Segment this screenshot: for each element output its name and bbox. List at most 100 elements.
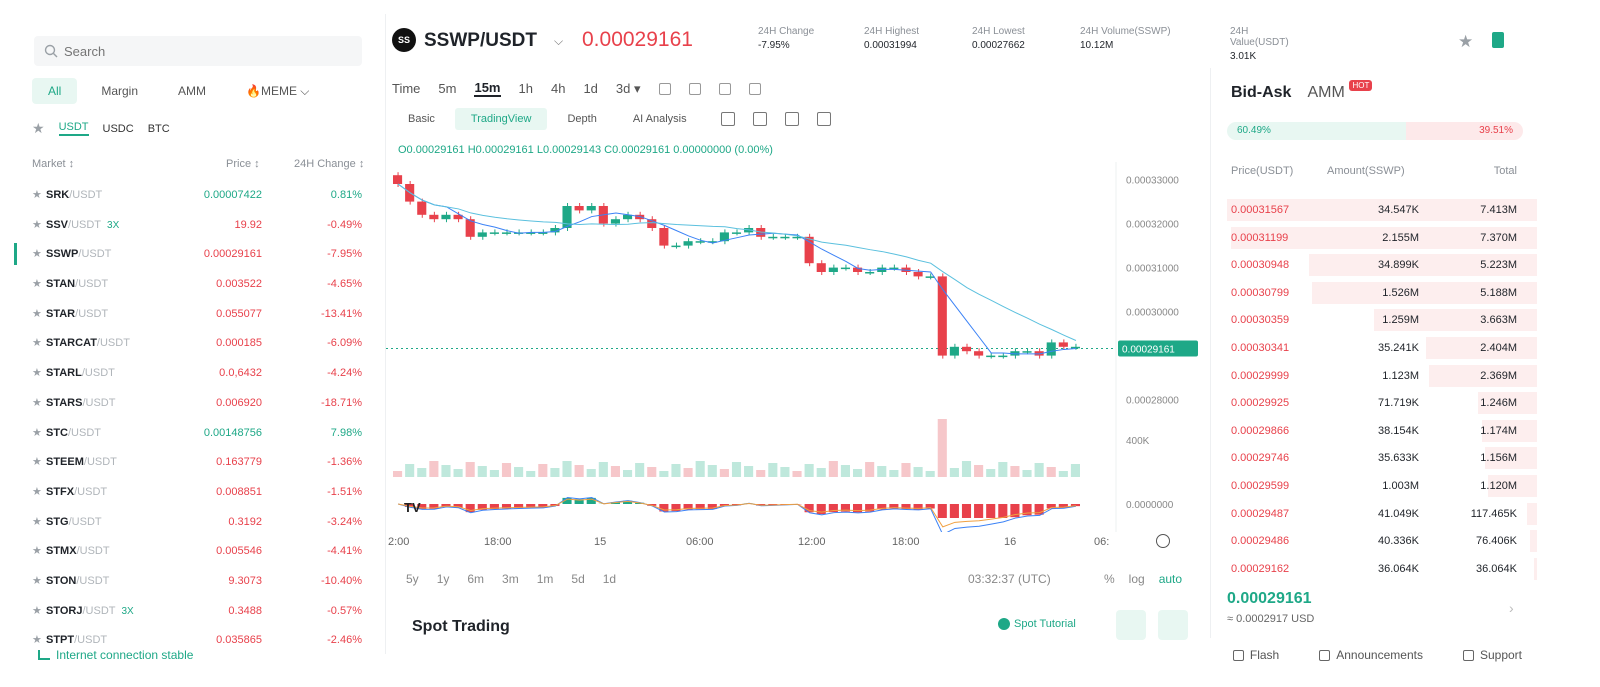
ask-row[interactable]: 0.00030341 35.241K 2.404M	[1211, 334, 1537, 362]
bookmark-icon[interactable]	[1492, 32, 1504, 48]
favorites-star-icon[interactable]: ★	[32, 120, 45, 137]
range-option[interactable]: 5d	[571, 572, 584, 586]
ask-row[interactable]: 0.00029162 36.064K 36.064K	[1211, 555, 1537, 583]
chevron-right-icon[interactable]: ›	[1509, 600, 1514, 616]
ask-row[interactable]: 0.00030799 1.526M 5.188M	[1211, 279, 1537, 307]
ask-row[interactable]: 0.00030359 1.259M 3.663M	[1211, 306, 1537, 334]
view-tab[interactable]: Basic	[392, 108, 451, 130]
timeframe-option[interactable]: 4h	[551, 81, 565, 96]
market-row[interactable]: ★ STFX/USDT 0.008851 -1.51%	[14, 477, 385, 507]
star-icon[interactable]: ★	[32, 455, 42, 468]
market-row[interactable]: ★ SSWP/USDT 0.00029161 -7.95%	[14, 239, 385, 269]
template-icon[interactable]	[718, 82, 731, 95]
tab-amm[interactable]: AMM HOT	[1307, 80, 1373, 102]
quote-tab[interactable]: USDT	[58, 121, 89, 136]
search-box[interactable]	[34, 36, 362, 66]
export-icon[interactable]	[816, 112, 831, 126]
market-row[interactable]: ★ STAR/USDT 0.055077 -13.41%	[14, 299, 385, 329]
timeframe-option[interactable]: 5m	[438, 81, 456, 96]
ask-row[interactable]: 0.00029486 40.336K 76.406K	[1211, 527, 1537, 555]
view-tab[interactable]: AI Analysis	[617, 108, 703, 130]
market-row[interactable]: ★ STAN/USDT 0.003522 -4.65%	[14, 269, 385, 299]
range-option[interactable]: 3m	[502, 572, 519, 586]
range-option[interactable]: 6m	[467, 572, 484, 586]
timeframe-option[interactable]: 1h	[519, 81, 533, 96]
timeframe-option[interactable]: 15m	[474, 80, 501, 97]
range-option[interactable]: 5y	[406, 572, 419, 586]
tab-bid-ask[interactable]: Bid-Ask	[1231, 84, 1291, 102]
star-icon[interactable]: ★	[32, 574, 42, 587]
range-option[interactable]: 1d	[603, 572, 616, 586]
market-tab[interactable]: All	[32, 78, 78, 104]
alert-icon[interactable]	[748, 82, 761, 95]
view-tab[interactable]: Depth	[551, 108, 612, 130]
star-icon[interactable]: ★	[32, 604, 42, 617]
chart-settings-icon[interactable]	[1156, 534, 1170, 548]
scale-option[interactable]: log	[1129, 572, 1145, 586]
market-row[interactable]: ★ STEEM/USDT 0.163779 -1.36%	[14, 447, 385, 477]
market-row[interactable]: ★ SRK/USDT 0.00007422 0.81%	[14, 180, 385, 210]
market-row[interactable]: ★ STON/USDT 9.3073 -10.40%	[14, 566, 385, 596]
market-row[interactable]: ★ STG/USDT 0.3192 -3.24%	[14, 507, 385, 537]
chevron-down-icon[interactable]: ⌵	[554, 34, 563, 49]
scale-option[interactable]: auto	[1159, 572, 1182, 586]
ask-row[interactable]: 0.00029999 1.123M 2.369M	[1211, 362, 1537, 390]
view-tab[interactable]: TradingView	[454, 108, 548, 130]
timeframe-option[interactable]: Time	[392, 81, 420, 96]
star-icon[interactable]: ★	[32, 218, 42, 231]
quote-tab[interactable]: USDC	[103, 123, 134, 135]
star-icon[interactable]: ★	[32, 188, 42, 201]
footer-link[interactable]: Flash	[1232, 648, 1279, 662]
ask-row[interactable]: 0.00029746 35.633K 1.156M	[1211, 444, 1537, 472]
star-icon[interactable]: ★	[32, 247, 42, 260]
star-icon[interactable]: ★	[32, 515, 42, 528]
fullscreen-icon[interactable]	[752, 112, 767, 126]
power-icon[interactable]	[720, 112, 735, 126]
market-tab[interactable]: AMM	[162, 78, 222, 104]
market-row[interactable]: ★ STORJ/USDT 3X 0.3488 -0.57%	[14, 596, 385, 626]
screenshot-icon[interactable]	[784, 112, 799, 126]
star-icon[interactable]: ★	[32, 485, 42, 498]
range-option[interactable]: 1m	[537, 572, 554, 586]
layout-button[interactable]	[1158, 610, 1188, 640]
star-icon[interactable]: ★	[32, 277, 42, 290]
search-input[interactable]	[64, 43, 344, 59]
star-icon[interactable]: ★	[32, 544, 42, 557]
star-icon[interactable]: ★	[32, 426, 42, 439]
timeframe-option[interactable]: 1d	[583, 81, 597, 96]
market-tab[interactable]: Margin	[85, 78, 154, 104]
star-icon[interactable]: ★	[32, 396, 42, 409]
theme-toggle-button[interactable]	[1116, 610, 1146, 640]
ask-row[interactable]: 0.00031199 2.155M 7.370M	[1211, 224, 1537, 252]
spot-trading-title[interactable]: Spot Trading	[412, 618, 510, 636]
market-row[interactable]: ★ STARL/USDT 0.0,6432 -4.24%	[14, 358, 385, 388]
ask-row[interactable]: 0.00030948 34.899K 5.223M	[1211, 251, 1537, 279]
footer-link[interactable]: Announcements	[1319, 648, 1423, 662]
price-column-header[interactable]: Price ↕	[226, 158, 260, 170]
market-row[interactable]: ★ STARCAT/USDT 0.000185 -6.09%	[14, 328, 385, 358]
scale-option[interactable]: %	[1104, 572, 1115, 586]
candlestick-chart[interactable]: 0.00033000 0.00032000 0.00031000 0.00030000…	[386, 162, 1210, 532]
market-row[interactable]: ★ STMX/USDT 0.005546 -4.41%	[14, 536, 385, 566]
star-icon[interactable]: ★	[32, 366, 42, 379]
range-option[interactable]: 1y	[437, 572, 450, 586]
star-icon[interactable]: ★	[32, 307, 42, 320]
indicator-icon[interactable]	[658, 82, 671, 95]
compare-icon[interactable]	[688, 82, 701, 95]
ask-row[interactable]: 0.00029599 1.003M 1.120M	[1211, 472, 1537, 500]
quote-tab[interactable]: BTC	[148, 123, 170, 135]
market-tab[interactable]: 🔥MEME ⌵	[230, 78, 325, 104]
footer-link[interactable]: Support	[1462, 648, 1522, 662]
market-row[interactable]: ★ STC/USDT 0.00148756 7.98%	[14, 418, 385, 448]
spot-tutorial-link[interactable]: Spot Tutorial	[998, 618, 1076, 630]
market-row[interactable]: ★ SSV/USDT 3X 19.92 -0.49%	[14, 210, 385, 240]
timeframe-option[interactable]: 3d ▾	[616, 81, 641, 97]
market-column-header[interactable]: Market ↕	[32, 158, 74, 170]
pair-symbol[interactable]: SSWP/USDT	[424, 30, 537, 52]
market-row[interactable]: ★ STARS/USDT 0.006920 -18.71%	[14, 388, 385, 418]
ask-row[interactable]: 0.00029925 71.719K 1.246M	[1211, 389, 1537, 417]
favorite-star-icon[interactable]: ★	[1458, 32, 1473, 52]
ask-row[interactable]: 0.00029866 38.154K 1.174M	[1211, 417, 1537, 445]
change-column-header[interactable]: 24H Change ↕	[294, 158, 364, 170]
ask-row[interactable]: 0.00029487 41.049K 117.465K	[1211, 500, 1537, 528]
